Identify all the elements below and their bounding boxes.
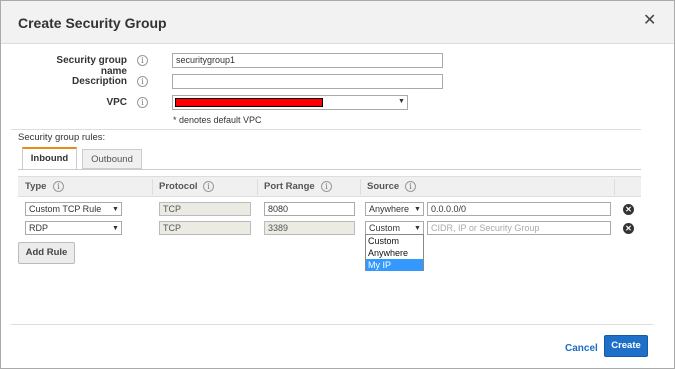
table-header: Type i Protocol i Port Range i Source i	[18, 176, 641, 197]
source-select[interactable]: Custom ▼	[365, 221, 424, 235]
dropdown-option-anywhere[interactable]: Anywhere	[366, 247, 423, 259]
add-rule-button[interactable]: Add Rule	[18, 242, 75, 264]
tab-inbound[interactable]: Inbound	[22, 147, 77, 169]
divider	[11, 129, 641, 130]
protocol-field: TCP	[159, 221, 251, 235]
info-icon[interactable]: i	[405, 181, 416, 192]
info-icon[interactable]: i	[137, 97, 148, 108]
cidr-input[interactable]: CIDR, IP or Security Group	[427, 221, 611, 235]
remove-rule-icon[interactable]: ✕	[623, 204, 634, 215]
security-group-name-input[interactable]: securitygroup1	[172, 53, 443, 68]
vpc-select[interactable]: ▼	[172, 95, 408, 110]
column-divider	[614, 179, 615, 195]
vpc-label: VPC	[106, 97, 127, 108]
chevron-down-icon: ▼	[112, 206, 119, 213]
dropdown-option-custom[interactable]: Custom	[366, 235, 423, 247]
create-security-group-dialog: Create Security Group ✕ Security group n…	[0, 0, 675, 369]
create-button[interactable]: Create	[604, 335, 648, 357]
info-icon[interactable]: i	[203, 181, 214, 192]
column-divider	[152, 179, 153, 195]
column-header-protocol: Protocol	[159, 181, 198, 192]
close-icon[interactable]: ✕	[643, 13, 656, 29]
source-value: Anywhere	[369, 204, 410, 214]
rule-type-value: RDP	[29, 223, 49, 233]
rule-type-select[interactable]: Custom TCP Rule ▼	[25, 202, 122, 216]
remove-rule-icon[interactable]: ✕	[623, 223, 634, 234]
column-divider	[257, 179, 258, 195]
footer-divider	[11, 324, 653, 325]
default-vpc-note: * denotes default VPC	[173, 115, 262, 125]
column-divider	[360, 179, 361, 195]
chevron-down-icon: ▼	[414, 206, 421, 213]
chevron-down-icon: ▼	[398, 98, 405, 105]
dropdown-option-my-ip[interactable]: My IP	[366, 259, 423, 271]
source-dropdown-list: Custom Anywhere My IP	[365, 234, 424, 271]
dialog-header: Create Security Group ✕	[1, 1, 674, 44]
info-icon[interactable]: i	[137, 76, 148, 87]
protocol-field: TCP	[159, 202, 251, 216]
chevron-down-icon: ▼	[112, 225, 119, 232]
source-select[interactable]: Anywhere ▼	[365, 202, 424, 216]
description-label: Description	[71, 76, 127, 87]
tab-outbound[interactable]: Outbound	[82, 149, 142, 169]
rule-type-select[interactable]: RDP ▼	[25, 221, 122, 235]
port-range-input[interactable]: 8080	[264, 202, 355, 216]
column-header-type: Type	[25, 181, 47, 192]
info-icon[interactable]: i	[321, 181, 332, 192]
source-value: Custom	[369, 223, 401, 233]
security-group-rules-label: Security group rules:	[18, 132, 106, 143]
description-input[interactable]	[172, 74, 443, 89]
dialog-title: Create Security Group	[18, 15, 167, 31]
port-range-field: 3389	[264, 221, 355, 235]
column-header-source: Source	[367, 181, 400, 192]
vpc-value-redaction	[175, 98, 323, 107]
info-icon[interactable]: i	[53, 181, 64, 192]
security-group-name-label: Security group name	[56, 55, 127, 77]
column-header-port-range: Port Range	[264, 181, 315, 192]
rule-type-value: Custom TCP Rule	[29, 204, 102, 214]
cancel-button[interactable]: Cancel	[565, 343, 598, 354]
cidr-input[interactable]: 0.0.0.0/0	[427, 202, 611, 216]
info-icon[interactable]: i	[137, 55, 148, 66]
